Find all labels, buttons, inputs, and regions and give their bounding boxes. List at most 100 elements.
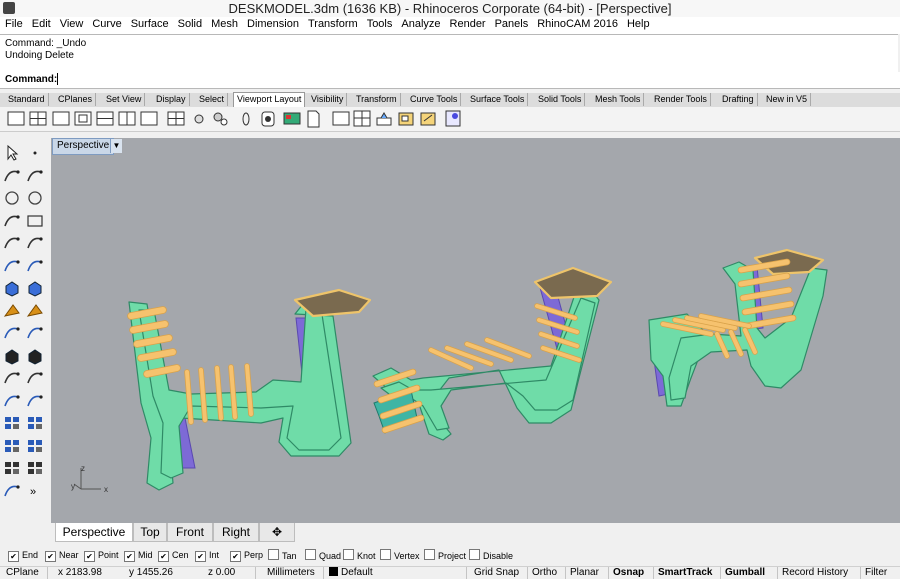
menu-solid[interactable]: Solid [173,17,206,30]
checkbox-icon[interactable]: ✔ [45,551,56,562]
print-icon[interactable] [443,109,463,128]
extrude-curve-icon[interactable] [24,256,46,276]
osnap-near[interactable]: ✔ Near [45,549,79,562]
arc-icon[interactable] [1,211,23,231]
toolbar-tab-surface-tools[interactable]: Surface Tools [467,93,529,106]
detail-icon[interactable] [396,109,416,128]
polyline-icon[interactable] [1,166,23,186]
block-icon[interactable] [24,413,46,433]
checkbox-icon[interactable] [380,549,391,560]
toolbar-tab-standard[interactable]: Standard [5,93,49,106]
viewport-title[interactable]: Perspective [52,138,115,155]
status-toggle-grid-snap[interactable]: Grid Snap [474,567,519,579]
status-toggle-smarttrack[interactable]: SmartTrack [658,567,712,579]
command-input[interactable] [57,73,878,85]
status-toggle-osnap[interactable]: Osnap [613,567,644,579]
four-viewports-icon[interactable] [28,109,48,128]
layer-swatch[interactable]: Default [329,567,373,579]
sphere-solid-icon[interactable] [1,346,23,366]
viewport-tab-perspective[interactable]: Perspective [55,523,133,542]
toolbar-tab-select[interactable]: Select [196,93,229,106]
mesh-icon[interactable] [24,323,46,343]
toggle-maximize-icon[interactable] [73,109,93,128]
layout-to-model-icon[interactable] [374,109,394,128]
osnap-cen[interactable]: ✔ Cen [158,549,189,562]
zoom-extents-icon[interactable] [236,109,256,128]
toolbar-tab-solid-tools[interactable]: Solid Tools [535,93,586,106]
status-toggle-filter[interactable]: Filter [865,567,887,579]
osnap-vertex[interactable]: Vertex [380,549,420,562]
single-viewport-icon[interactable] [6,109,26,128]
leader-icon[interactable] [24,391,46,411]
toolbar-tab-curve-tools[interactable]: Curve Tools [407,93,462,106]
menu-curve[interactable]: Curve [87,17,125,30]
split-horizontal-icon[interactable] [95,109,115,128]
menu-edit[interactable]: Edit [27,17,55,30]
checkbox-icon[interactable]: ✔ [84,551,95,562]
camera-icon[interactable] [189,109,209,128]
menu-rhinocam[interactable]: RhinoCAM 2016 [532,17,622,30]
units-label[interactable]: Millimeters [267,567,315,579]
viewport-tab-top[interactable]: Top [133,523,167,542]
viewport-tab-right[interactable]: Right [213,523,259,542]
status-toggle-planar[interactable]: Planar [570,567,599,579]
perspective-viewport[interactable]: z x y [51,138,900,523]
viewport-tab-front[interactable]: Front [167,523,213,542]
checkbox-icon[interactable] [343,549,354,560]
checkbox-icon[interactable]: ✔ [8,551,19,562]
layers-icon[interactable] [24,436,46,456]
toolbar-tab-set-view[interactable]: Set View [103,93,146,106]
osnap-quad[interactable]: Quad [305,549,341,562]
status-toggle-record-history[interactable]: Record History [782,567,848,579]
checkbox-icon[interactable]: ✔ [195,551,206,562]
menu-render[interactable]: Render [445,17,490,30]
menu-dimension[interactable]: Dimension [242,17,303,30]
array-icon[interactable] [1,458,23,478]
menu-panels[interactable]: Panels [490,17,533,30]
osnap-knot[interactable]: Knot [343,549,376,562]
enable-detail-icon[interactable] [418,109,438,128]
osnap-mid[interactable]: ✔ Mid [124,549,153,562]
viewport-menu-dropdown[interactable]: ▼ [110,139,122,153]
osnap-point[interactable]: ✔ Point [84,549,119,562]
sphere-icon[interactable] [24,278,46,298]
osnap-project[interactable]: Project [424,549,466,562]
toolbar-tab-mesh-tools[interactable]: Mesh Tools [592,93,645,106]
osnap-int[interactable]: ✔ Int [195,549,219,562]
menu-file[interactable]: File [0,17,27,30]
offset-icon[interactable] [24,368,46,388]
dimension-icon[interactable] [1,391,23,411]
maximize-viewport-icon[interactable] [51,109,71,128]
solid-tools-icon[interactable] [1,301,23,321]
osnap-perp[interactable]: ✔ Perp [230,549,263,562]
ellipse-icon[interactable] [24,188,46,208]
viewport-scene[interactable]: z x y [51,138,900,523]
viewport-properties-icon[interactable] [282,109,302,128]
grid-layout-icon[interactable] [166,109,186,128]
new-layout-icon[interactable] [331,109,351,128]
menu-transform[interactable]: Transform [303,17,362,30]
surface-from-points-icon[interactable] [1,256,23,276]
boolean-icon[interactable] [24,301,46,321]
toolbar-tab-render-tools[interactable]: Render Tools [651,93,711,106]
menu-tools[interactable]: Tools [362,17,397,30]
polygon-icon[interactable] [1,233,23,253]
menu-surface[interactable]: Surface [126,17,173,30]
checkbox-icon[interactable]: ✔ [158,551,169,562]
toolbar-tab-visibility[interactable]: Visibility [308,93,348,106]
set-camera-icon[interactable] [210,109,230,128]
point-icon[interactable] [24,143,46,163]
print-layout-icon[interactable] [352,109,372,128]
menu-analyze[interactable]: Analyze [396,17,444,30]
checkbox-icon[interactable] [469,549,480,560]
status-toggle-gumball[interactable]: Gumball [725,567,765,579]
cplane-label[interactable]: CPlane [6,567,39,579]
checkbox-icon[interactable]: ✔ [124,551,135,562]
toolbar-tab-viewport-layout[interactable]: Viewport Layout [233,92,306,108]
close-viewport-icon[interactable] [139,109,159,128]
toolbar-tab-display[interactable]: Display [153,93,190,106]
toolbar-tab-drafting[interactable]: Drafting [719,93,758,106]
group-icon[interactable] [1,413,23,433]
render-icon[interactable] [1,481,23,501]
osnap-disable[interactable]: Disable [469,549,513,562]
